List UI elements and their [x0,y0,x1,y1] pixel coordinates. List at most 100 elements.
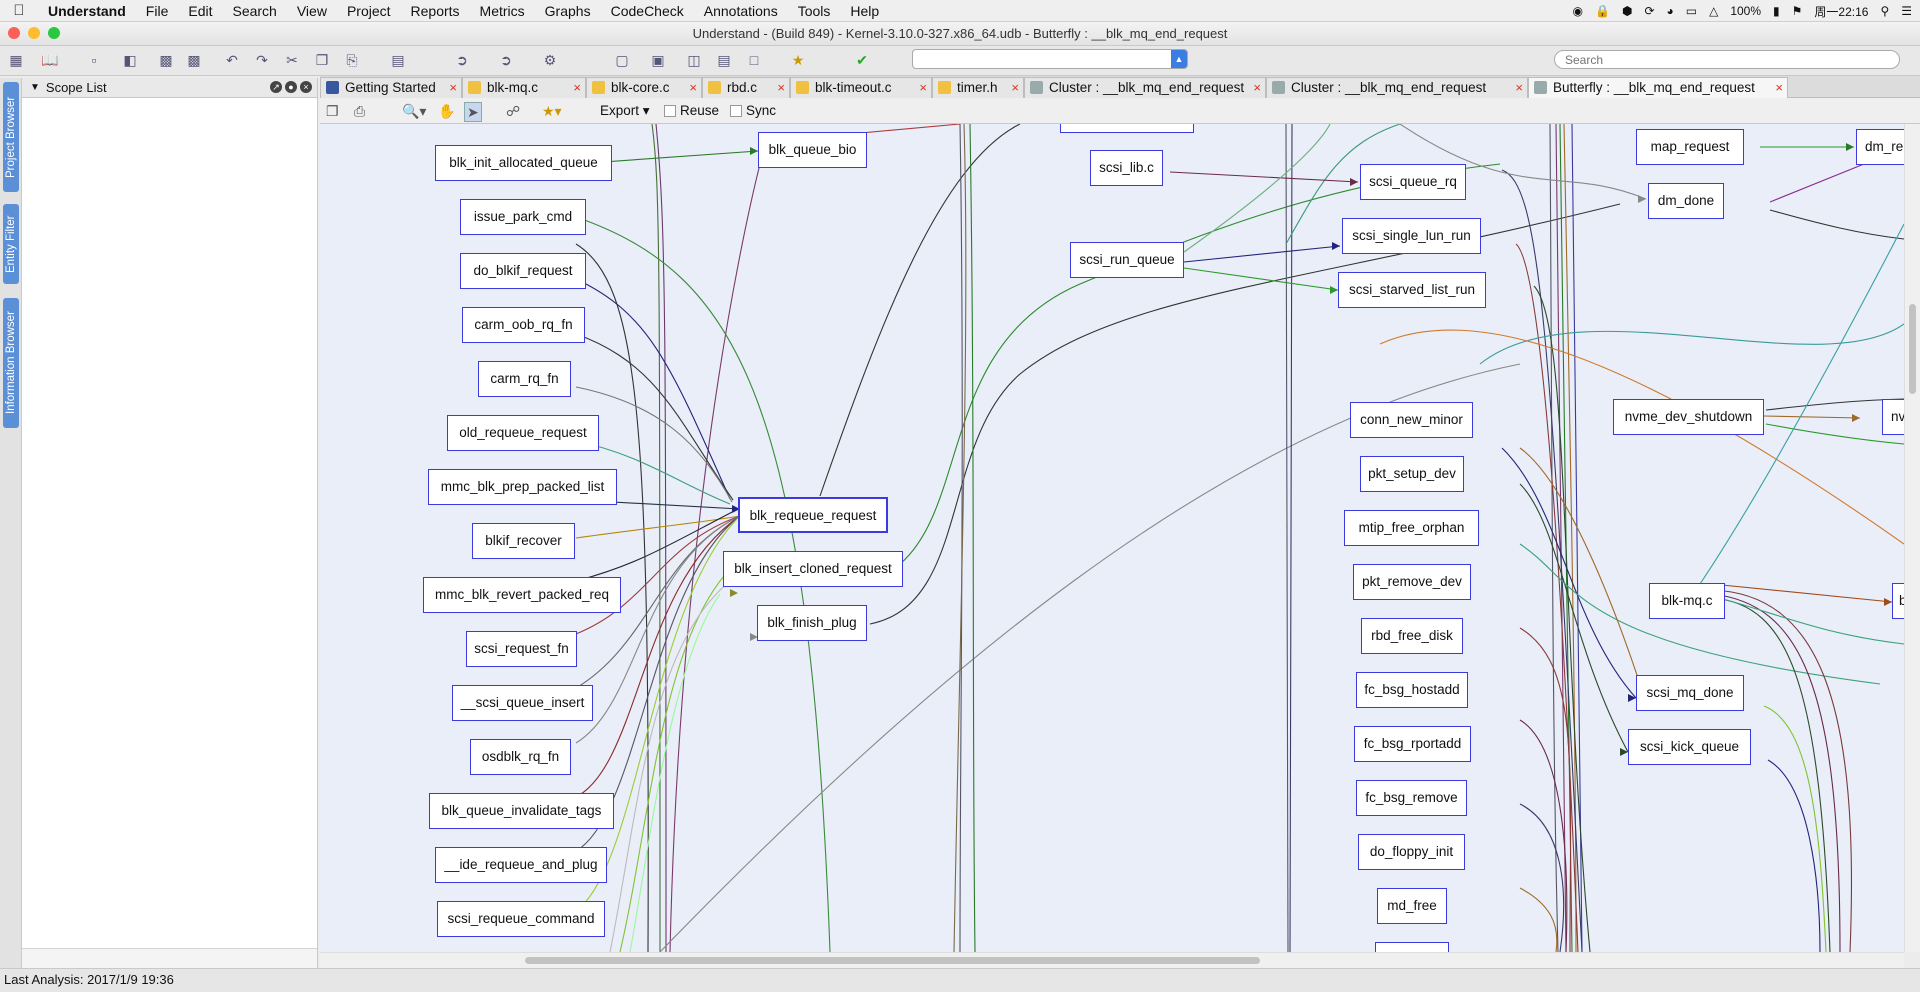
new-project-icon[interactable]: ▦ [6,51,26,69]
graph-node-scsi-lib-c[interactable]: scsi_lib.c [1090,150,1163,186]
close-icon[interactable]: × [1011,78,1019,97]
status-app-icon[interactable]: ◉ [1573,4,1583,18]
graph-node-dm-done[interactable]: dm_done [1648,183,1724,219]
graph-icon[interactable]: ⚙ [540,51,560,69]
browse-mode-icon[interactable]: ▢ [612,51,632,69]
single-view-icon[interactable]: □ [744,51,764,69]
graph-node-scsi-mq-done[interactable]: scsi_mq_done [1636,675,1744,711]
graph-node-mmc-blk-revert-packed-req[interactable]: mmc_blk_revert_packed_req [423,577,621,613]
copy-graph-icon[interactable]: ❐ [326,102,339,120]
paste-icon[interactable]: ⎘ [342,51,362,69]
graph-node-osdblk-rq-fn[interactable]: osdblk_rq_fn [470,739,571,775]
graph-node-scsi-starved-list-run[interactable]: scsi_starved_list_run [1338,272,1486,308]
menu-project[interactable]: Project [337,0,401,22]
back-icon[interactable]: ➲ [452,51,472,69]
close-icon[interactable]: × [777,78,785,97]
graph-node-partial[interactable] [1375,942,1449,952]
graph-node-carm-rq-fn[interactable]: carm_rq_fn [478,361,571,397]
graph-node-blk-init-allocated-queue[interactable]: blk_init_allocated_queue [435,145,612,181]
graph-node-scsi-request-fn[interactable]: scsi_request_fn [466,631,577,667]
tab-information-browser[interactable]: Information Browser [3,298,19,428]
notification-center-icon[interactable]: ☰ [1901,4,1912,18]
graph-node-rbd-free-disk[interactable]: rbd_free_disk [1361,618,1463,654]
graph-node-issue-park-cmd[interactable]: issue_park_cmd [460,199,586,235]
save-icon[interactable]: ▩ [156,51,176,69]
zoom-icon[interactable]: 🔍▾ [402,102,426,120]
tab-timer-h[interactable]: timer.h × [932,77,1024,98]
collapse-triangle-icon[interactable]: ▼ [30,82,40,93]
print-icon[interactable]: ⎙ [354,102,365,120]
toolbar-combo-select[interactable]: ▲ [912,49,1188,69]
flag-icon[interactable]: ⚑ [1792,4,1803,18]
search-input[interactable] [1554,50,1900,69]
select-pointer-icon[interactable]: ➤ [464,102,482,122]
menu-view[interactable]: View [287,0,337,22]
wifi-icon[interactable]: ◕ [1667,4,1674,18]
graph-node-scsi-kick-queue[interactable]: scsi_kick_queue [1628,729,1751,765]
graph-node-blk-queue-bio[interactable]: blk_queue_bio [758,132,867,168]
graph-node-fc-bsg-rportadd[interactable]: fc_bsg_rportadd [1354,726,1471,762]
close-icon[interactable]: × [919,78,927,97]
graph-node-old-requeue-request[interactable]: old_requeue_request [447,415,599,451]
vpn-icon[interactable]: ⬢ [1622,4,1632,18]
tab-blk-timeout-c[interactable]: blk-timeout.c × [790,77,932,98]
close-icon[interactable]: × [449,78,457,97]
menu-metrics[interactable]: Metrics [470,0,535,22]
airplay-icon[interactable]: △ [1709,4,1718,18]
favorites-icon[interactable]: ★ [788,51,808,69]
info-icon[interactable]: ▣ [648,51,668,69]
graph-node-blk-queue-invalidate-tags[interactable]: blk_queue_invalidate_tags [429,793,614,829]
vertical-scrollbar[interactable] [1904,124,1920,952]
settings-icon[interactable]: ● [285,81,297,93]
find-binoculars-icon[interactable]: ☍ [506,102,520,120]
undo-icon[interactable]: ↶ [222,51,242,69]
battery-percent[interactable]: 100% [1730,4,1761,18]
menu-search[interactable]: Search [222,0,286,22]
graph-node-pkt-setup-dev[interactable]: pkt_setup_dev [1360,456,1464,492]
butterfly-graph[interactable]: blk_init_allocated_queue issue_park_cmd … [320,124,1904,952]
close-panel-icon[interactable]: × [300,81,312,93]
scroll-thumb[interactable] [1909,304,1916,394]
tab-entity-filter[interactable]: Entity Filter [3,204,19,284]
new-file-icon[interactable]: ▫ [84,51,104,69]
menu-understand[interactable]: Understand [38,0,136,22]
detach-icon[interactable]: ↗ [270,81,282,93]
graph-node-scsi-run-queue[interactable]: scsi_run_queue [1070,242,1184,278]
menu-graphs[interactable]: Graphs [535,0,601,22]
tab-getting-started[interactable]: Getting Started × [320,77,462,98]
tab-blk-mq-c[interactable]: blk-mq.c × [462,77,586,98]
copy-icon[interactable]: ❐ [312,51,332,69]
graph-node-partial[interactable] [1060,124,1194,133]
split-vertical-icon[interactable]: ◫ [684,51,704,69]
codecheck-icon[interactable]: ✔ [852,51,872,69]
menu-annotations[interactable]: Annotations [694,0,788,22]
open-file-icon[interactable]: ◧ [120,51,140,69]
graph-node-blk-mq-c[interactable]: blk-mq.c [1649,583,1725,619]
menu-reports[interactable]: Reports [401,0,470,22]
graph-node-blk-finish-plug[interactable]: blk_finish_plug [757,605,867,641]
tab-cluster-2[interactable]: Cluster : __blk_mq_end_request × [1266,77,1528,98]
graph-node-fc-bsg-remove[interactable]: fc_bsg_remove [1356,780,1467,816]
graph-node-map-request[interactable]: map_request [1636,129,1744,165]
save-all-icon[interactable]: ▩ [184,51,204,69]
apple-menu-icon[interactable]:  [0,2,38,19]
graph-node-do-blkif-request[interactable]: do_blkif_request [460,253,586,289]
cut-icon[interactable]: ✂ [282,51,302,69]
menu-edit[interactable]: Edit [178,0,222,22]
clock[interactable]: 周一22:16 [1814,3,1868,20]
open-project-icon[interactable]: 📖 [40,51,60,69]
graph-node-b[interactable]: b [1892,583,1904,619]
graph-node-carm-oob-rq-fn[interactable]: carm_oob_rq_fn [462,307,585,343]
scroll-thumb[interactable] [525,957,1260,964]
menu-codecheck[interactable]: CodeCheck [601,0,694,22]
menu-file[interactable]: File [136,0,179,22]
graph-node-mmc-blk-prep-packed-list[interactable]: mmc_blk_prep_packed_list [428,469,617,505]
tab-butterfly[interactable]: Butterfly : __blk_mq_end_request × [1528,77,1788,98]
sync-icon[interactable]: ⟳ [1644,4,1654,18]
graph-node-scsi-single-lun-run[interactable]: scsi_single_lun_run [1342,218,1481,254]
analyze-icon[interactable]: ▤ [388,51,408,69]
graph-node-scsi-requeue-command[interactable]: scsi_requeue_command [437,901,605,937]
graph-node-dm-re[interactable]: dm_re [1856,129,1904,165]
graph-node-nvme-dev-shutdown[interactable]: nvme_dev_shutdown [1613,399,1764,435]
graph-node-blkif-recover[interactable]: blkif_recover [472,523,575,559]
